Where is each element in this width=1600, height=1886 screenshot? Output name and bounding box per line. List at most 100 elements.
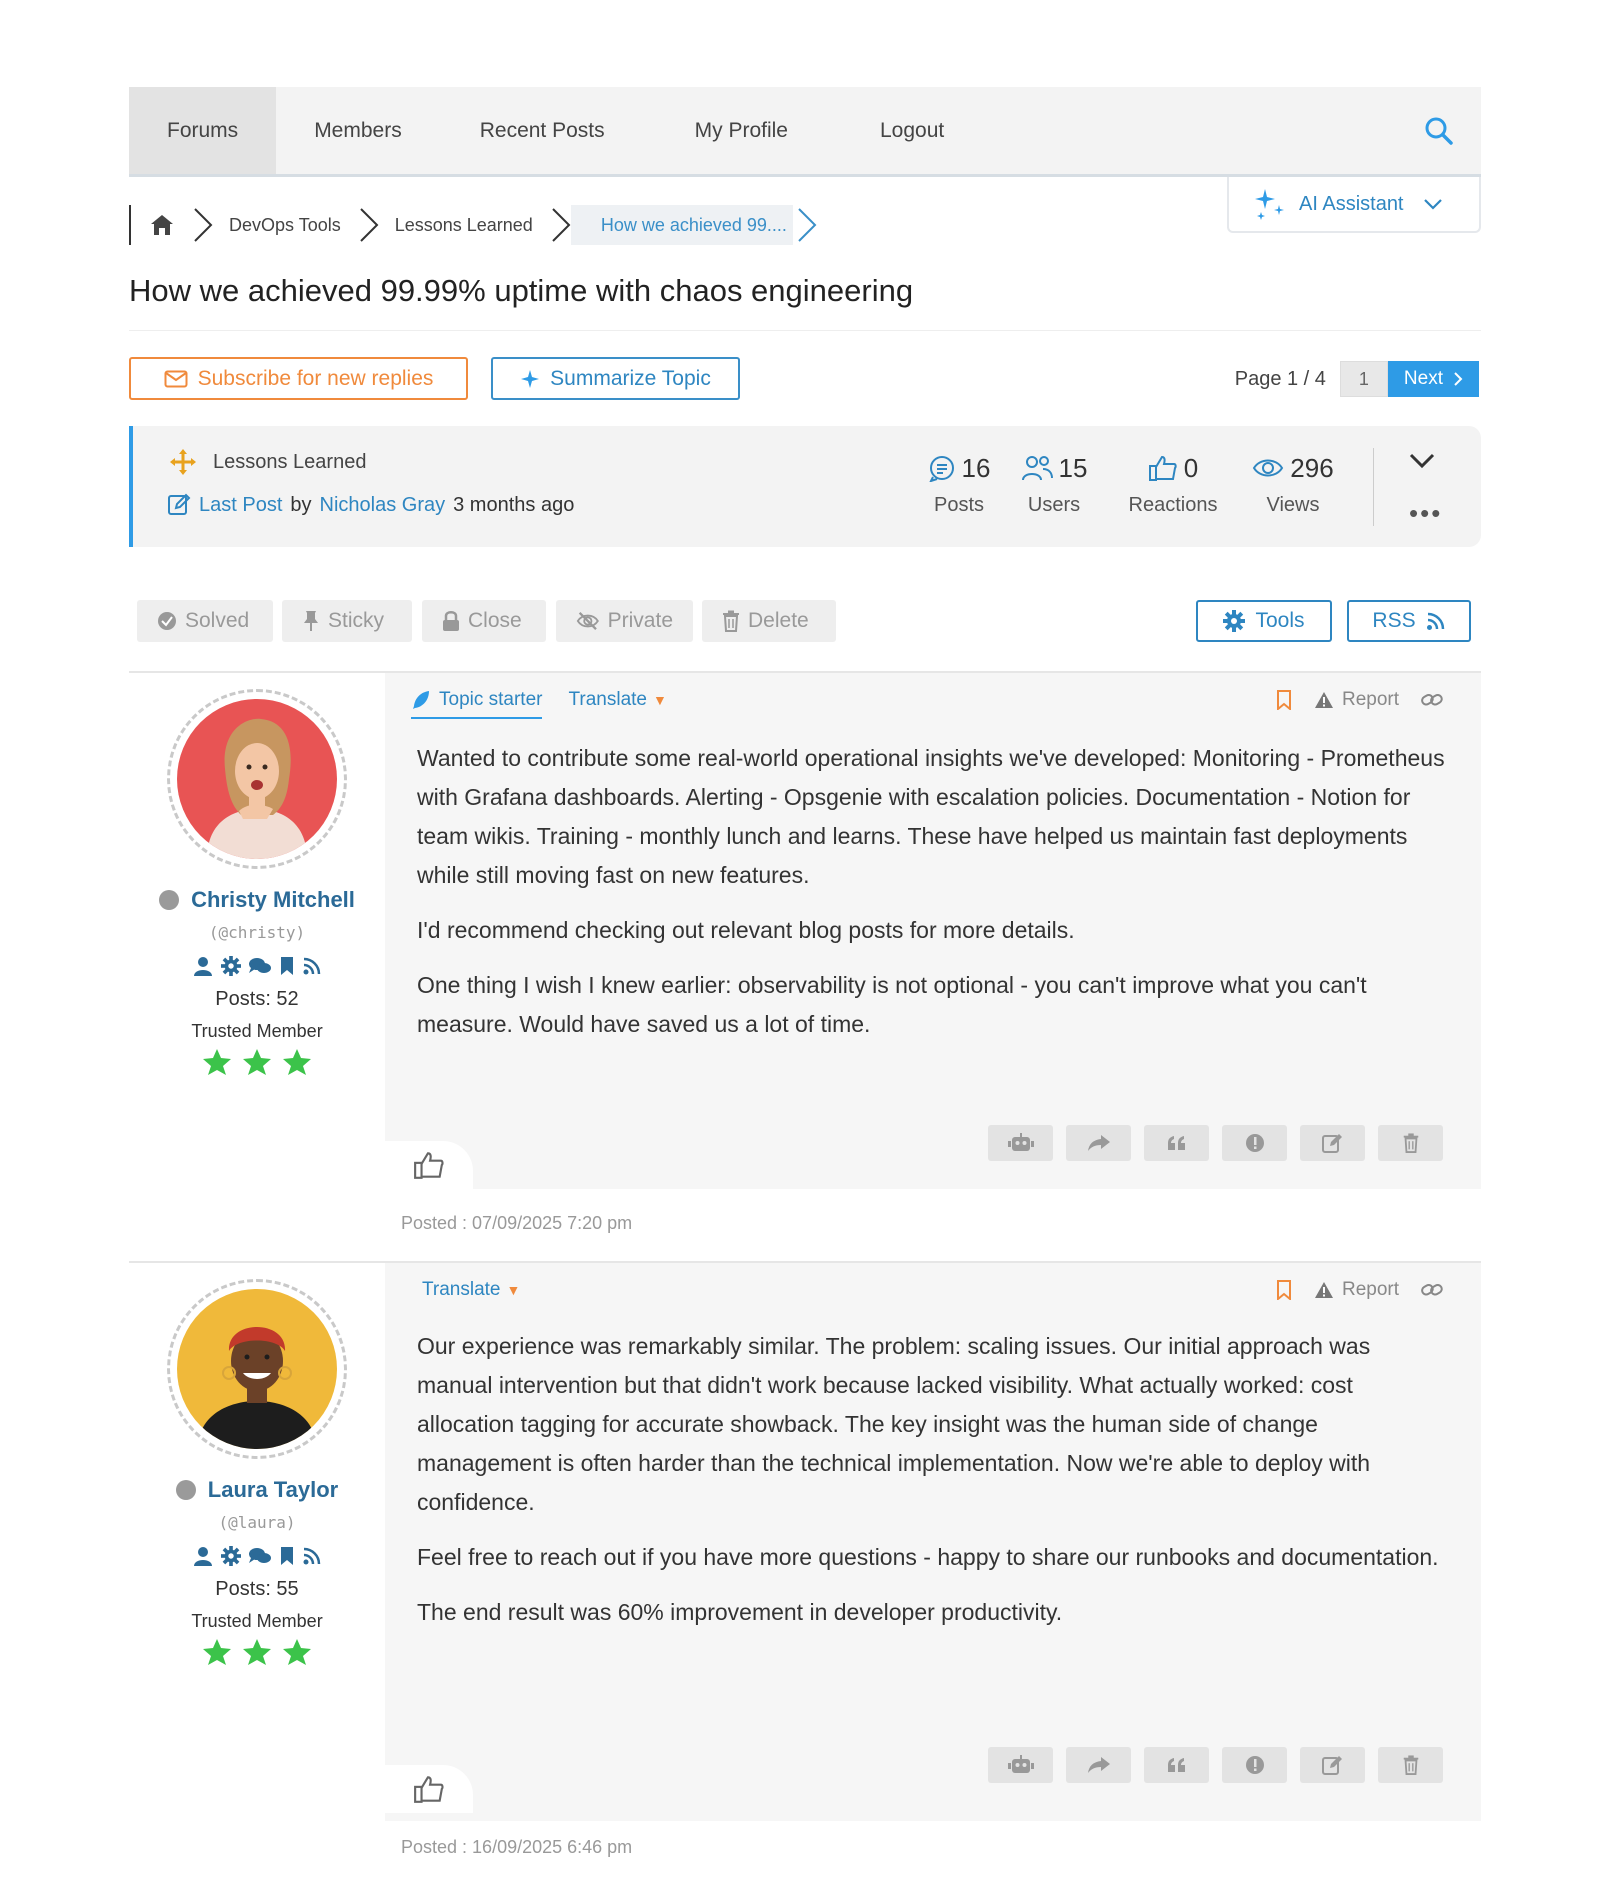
bookmark-icon[interactable] <box>1276 690 1292 710</box>
page-number-button[interactable]: 1 <box>1339 361 1388 397</box>
reply-button[interactable] <box>1066 1125 1131 1161</box>
forum-name[interactable]: Lessons Learned <box>213 451 366 474</box>
search-icon[interactable] <box>1423 115 1455 147</box>
edit-post-button[interactable] <box>1300 1125 1365 1161</box>
rss-icon[interactable] <box>302 1546 322 1566</box>
nav-recent-posts[interactable]: Recent Posts <box>440 87 655 174</box>
breadcrumb: DevOps Tools Lessons Learned How we achi… <box>129 205 833 245</box>
breadcrumb-row: DevOps Tools Lessons Learned How we achi… <box>129 177 1481 273</box>
breadcrumb-item-devops-tools[interactable]: DevOps Tools <box>175 205 341 245</box>
chevron-down-icon[interactable] <box>1408 452 1436 470</box>
nav-members[interactable]: Members <box>276 87 440 174</box>
reply-button[interactable] <box>1066 1747 1131 1783</box>
comments-icon[interactable] <box>248 1546 272 1566</box>
stat-reactions-value: 0 <box>1183 452 1199 483</box>
author-handle: (@christy) <box>208 923 306 942</box>
breadcrumb-item-current: How we achieved 99.... <box>533 205 833 245</box>
author-name[interactable]: Laura Taylor <box>208 1477 338 1503</box>
translate-dropdown[interactable]: Translate ▼ <box>422 1279 520 1309</box>
reply-icon <box>1087 1135 1110 1151</box>
author-name[interactable]: Christy Mitchell <box>191 887 355 913</box>
user-icon[interactable] <box>192 956 214 976</box>
bookmark-icon[interactable] <box>1276 1280 1292 1300</box>
post-tools: Report <box>1276 1279 1443 1301</box>
post-tools: Report <box>1276 689 1443 711</box>
nav-my-profile[interactable]: My Profile <box>655 87 834 174</box>
post-paragraph: Feel free to reach out if you have more … <box>417 1544 1439 1570</box>
post: Christy Mitchell (@christy) Posts: 52 Tr… <box>129 671 1481 1261</box>
like-button[interactable] <box>385 1765 473 1813</box>
translate-dropdown[interactable]: Translate ▼ <box>568 689 666 719</box>
avatar[interactable] <box>167 689 347 869</box>
caret-down-icon: ▼ <box>652 692 667 708</box>
forum-link[interactable]: Lessons Learned <box>169 448 366 476</box>
link-icon[interactable] <box>1421 1281 1443 1299</box>
private-button[interactable]: Private <box>556 600 693 642</box>
flag-button[interactable] <box>1222 1747 1287 1783</box>
report-button[interactable]: Report <box>1314 689 1399 711</box>
warning-icon <box>1314 1282 1333 1298</box>
subscribe-button[interactable]: Subscribe for new replies <box>129 357 468 400</box>
rss-button[interactable]: RSS <box>1347 600 1471 642</box>
home-icon[interactable] <box>149 212 175 238</box>
subscribe-label: Subscribe for new replies <box>197 366 434 390</box>
more-options-icon[interactable]: ••• <box>1409 498 1442 529</box>
tools-label: Tools <box>1255 609 1305 632</box>
edit-icon <box>1321 1134 1342 1153</box>
breadcrumb-label[interactable]: Lessons Learned <box>395 215 533 236</box>
edit-icon <box>168 493 191 515</box>
gear-icon[interactable] <box>220 956 242 976</box>
user-icon[interactable] <box>192 1546 214 1566</box>
trash-icon <box>1403 1133 1418 1153</box>
chevron-right-icon <box>1454 372 1463 386</box>
star-icon <box>283 1639 311 1665</box>
tools-button[interactable]: Tools <box>1196 600 1332 642</box>
delete-post-button[interactable] <box>1378 1125 1443 1161</box>
quote-button[interactable] <box>1144 1125 1209 1161</box>
stat-posts: 16 Posts <box>923 450 995 517</box>
like-button[interactable] <box>385 1141 473 1189</box>
comments-icon[interactable] <box>248 956 272 976</box>
breadcrumb-current-label: How we achieved 99.... <box>570 205 793 245</box>
nav-forums[interactable]: Forums <box>129 87 277 174</box>
close-topic-button[interactable]: Close <box>422 600 546 642</box>
quote-button[interactable] <box>1144 1747 1209 1783</box>
rss-icon[interactable] <box>302 956 322 976</box>
topic-starter-tab[interactable]: Topic starter <box>411 689 543 719</box>
ai-assistant-button[interactable]: AI Assistant <box>1227 177 1481 233</box>
delete-topic-button[interactable]: Delete <box>702 600 836 642</box>
solved-button[interactable]: Solved <box>137 600 273 642</box>
link-icon[interactable] <box>1421 691 1443 709</box>
author-name-row: Laura Taylor <box>129 1477 385 1503</box>
nav-logout[interactable]: Logout <box>834 87 982 174</box>
author-rank: Trusted Member <box>191 1021 323 1041</box>
bookmark-icon[interactable] <box>278 1546 296 1566</box>
bookmark-icon[interactable] <box>278 956 296 976</box>
last-post-author[interactable]: Nicholas Gray <box>320 494 446 517</box>
avatar[interactable] <box>167 1279 347 1459</box>
ai-reply-button[interactable] <box>988 1125 1053 1161</box>
lock-icon <box>443 611 459 631</box>
delete-post-button[interactable] <box>1378 1747 1443 1783</box>
flag-button[interactable] <box>1222 1125 1287 1161</box>
users-icon <box>1021 456 1053 481</box>
author-name-row: Christy Mitchell <box>129 887 385 913</box>
breadcrumb-item-lessons-learned[interactable]: Lessons Learned <box>341 205 533 245</box>
private-label: Private <box>607 609 673 632</box>
summarize-topic-button[interactable]: Summarize Topic <box>491 357 740 400</box>
gear-icon[interactable] <box>220 1546 242 1566</box>
delete-label: Delete <box>748 609 809 632</box>
ai-reply-button[interactable] <box>988 1747 1053 1783</box>
next-page-button[interactable]: Next <box>1387 361 1479 397</box>
exclamation-circle-icon <box>1245 1756 1264 1774</box>
edit-post-button[interactable] <box>1300 1747 1365 1783</box>
page-indicator: Page 1 / 4 <box>1234 367 1326 390</box>
breadcrumb-label[interactable]: DevOps Tools <box>229 215 341 236</box>
report-button[interactable]: Report <box>1314 1279 1399 1301</box>
sticky-button[interactable]: Sticky <box>282 600 412 642</box>
stat-reactions: 0 Reactions <box>1118 450 1228 517</box>
moderation-row: Solved Sticky Close Private Delete Tools… <box>129 547 1481 671</box>
last-post-link[interactable]: Last Post <box>199 494 282 517</box>
author-post-count: Posts: 52 <box>215 988 299 1010</box>
post-body: Topic starter Translate ▼ Report Wanted … <box>385 673 1481 1189</box>
